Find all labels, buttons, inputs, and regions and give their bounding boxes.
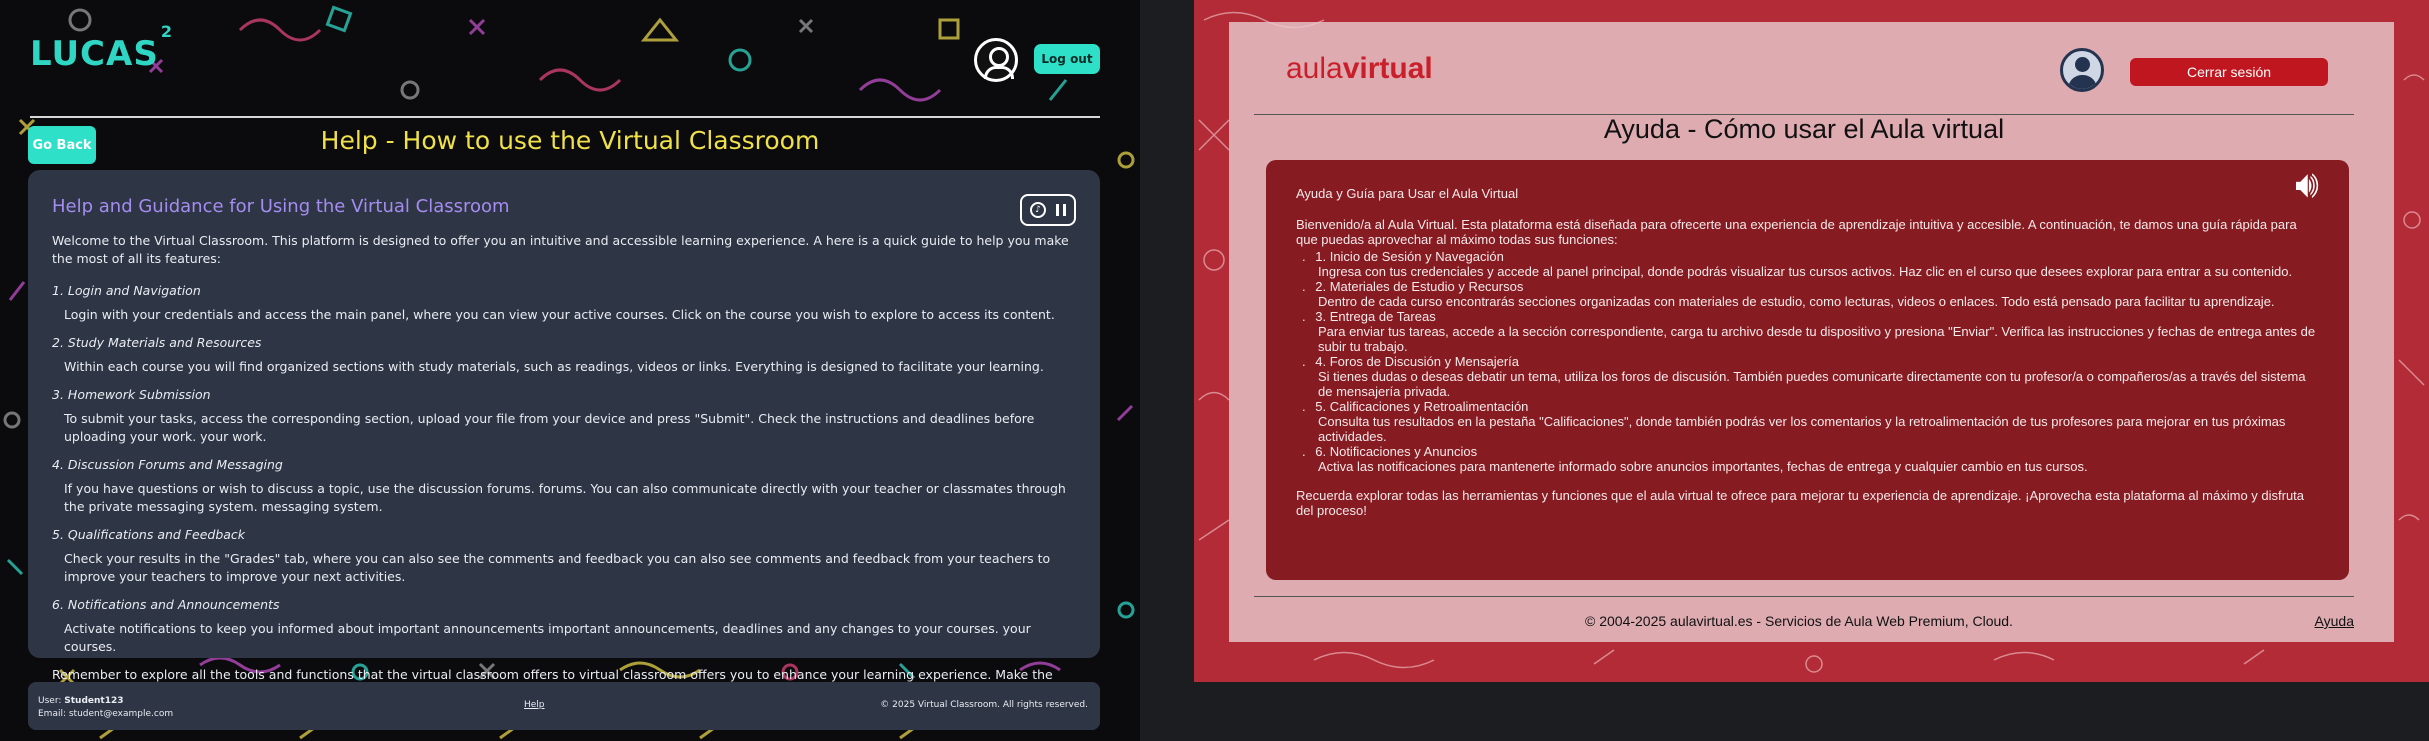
- item-number: 3.: [52, 387, 64, 402]
- item-number: 6.: [52, 597, 64, 612]
- speaker-icon[interactable]: 🔊︎: [2295, 166, 2319, 204]
- virtual-classroom-window: LUCAS2 Log out Go Back Help - How to use…: [0, 0, 1140, 741]
- list-item: 6. Notifications and Announcements Activ…: [52, 596, 1076, 656]
- item-title: Study Materials and Resources: [67, 335, 262, 350]
- item-number: 2: [1315, 279, 1323, 294]
- logo-superscript: 2: [160, 21, 173, 41]
- item-number: 1.: [52, 283, 64, 298]
- user-info: User: Student123 Email: student@example.…: [38, 695, 173, 721]
- help-card: Help and Guidance for Using the Virtual …: [28, 170, 1100, 700]
- intro-text: Welcome to the Virtual Classroom. This p…: [52, 233, 1069, 266]
- item-title: Entrega de Tareas: [1329, 309, 1436, 324]
- item-title: Login and Navigation: [67, 283, 201, 298]
- item-number: 6: [1315, 444, 1323, 459]
- list-item: 4. Discussion Forums and Messaging If yo…: [52, 456, 1076, 516]
- logo-text: LUCAS: [30, 34, 159, 74]
- item-title: Notifications and Announcements: [67, 597, 280, 612]
- pause-icon[interactable]: [1056, 204, 1066, 216]
- logout-button[interactable]: Log out: [1034, 44, 1100, 74]
- user-avatar-icon[interactable]: [2060, 48, 2104, 92]
- item-title: Homework Submission: [67, 387, 211, 402]
- copyright: © 2004-2025 aulavirtual.es - Servicios d…: [1585, 613, 2013, 629]
- item-title: Inicio de Sesión y Navegación: [1329, 249, 1504, 264]
- item-number: 2.: [52, 335, 64, 350]
- item-description: Consulta tus resultados en la pestaña "C…: [1318, 414, 2286, 444]
- item-description: Dentro de cada curso encontrarás seccion…: [1318, 294, 2275, 309]
- item-number: 5.: [52, 527, 64, 542]
- list-item: 5. Qualifications and Feedback Check you…: [52, 526, 1076, 586]
- item-number: 3: [1315, 309, 1323, 324]
- list-item: 2. Materiales de Estudio y Recursos Dent…: [1296, 279, 2319, 309]
- item-description: Ingresa con tus credenciales y accede al…: [1318, 264, 2293, 279]
- item-number: 5: [1315, 399, 1323, 414]
- list-item: 4. Foros de Discusión y Mensajería Si ti…: [1296, 354, 2319, 399]
- help-link[interactable]: Ayuda: [2315, 613, 2354, 629]
- footer: User: Student123 Email: student@example.…: [28, 682, 1100, 730]
- user-avatar-icon[interactable]: [974, 38, 1018, 82]
- logo-text-a: aula: [1286, 52, 1343, 85]
- item-description: Para enviar tus tareas, accede a la secc…: [1318, 324, 2316, 354]
- audio-controls: ♪: [1020, 194, 1076, 226]
- item-description: If you have questions or wish to discuss…: [64, 481, 1066, 514]
- item-number: 4.: [52, 457, 64, 472]
- item-number: 4: [1315, 354, 1323, 369]
- list-item: 6. Notificaciones y Anuncios Activa las …: [1296, 444, 2319, 474]
- item-title: Qualifications and Feedback: [67, 527, 246, 542]
- help-list: 1. Inicio de Sesión y Navegación Ingresa…: [1296, 249, 2319, 474]
- help-list: 1. Login and Navigation Login with your …: [52, 282, 1076, 656]
- item-description: Activa las notificaciones para mantenert…: [1318, 459, 2088, 474]
- list-item: 3. Homework Submission To submit your ta…: [52, 386, 1076, 446]
- item-number: 1: [1315, 249, 1323, 264]
- footer-divider: [1254, 596, 2354, 597]
- list-item: 2. Study Materials and Resources Within …: [52, 334, 1076, 376]
- logout-button[interactable]: Cerrar sesión: [2130, 58, 2328, 86]
- item-title: Discussion Forums and Messaging: [67, 457, 283, 472]
- outro-text: Recuerda explorar todas las herramientas…: [1296, 488, 2305, 518]
- aulavirtual-logo[interactable]: aulavirtual: [1286, 52, 1433, 86]
- list-item: 1. Inicio de Sesión y Navegación Ingresa…: [1296, 249, 2319, 279]
- card-title: Help and Guidance for Using the Virtual …: [52, 196, 510, 217]
- header: LUCAS2 Log out: [0, 0, 1140, 116]
- header-divider: [30, 116, 1100, 118]
- copyright: © 2025 Virtual Classroom. All rights res…: [880, 700, 1088, 710]
- page-title: Ayuda - Cómo usar el Aula virtual: [1603, 114, 2005, 144]
- speaker-icon[interactable]: ♪: [1030, 202, 1046, 218]
- item-title: Calificaciones y Retroalimentación: [1329, 399, 1529, 414]
- item-description: Login with your credentials and access t…: [64, 307, 1055, 322]
- user-name: Student123: [64, 696, 124, 706]
- card-title: Ayuda y Guía para Usar el Aula Virtual: [1296, 186, 1519, 201]
- go-back-button[interactable]: Go Back: [28, 126, 96, 164]
- item-title: Notificaciones y Anuncios: [1329, 444, 1478, 459]
- item-description: Within each course you will find organiz…: [64, 359, 1044, 374]
- aula-virtual-window: aulavirtual Cerrar sesión Ayuda - Cómo u…: [1194, 0, 2429, 682]
- page-title: Help - How to use the Virtual Classroom: [320, 126, 820, 155]
- item-description: Check your results in the "Grades" tab, …: [64, 551, 1051, 584]
- item-description: Si tienes dudas o deseas debatir un tema…: [1318, 369, 2306, 399]
- list-item: 3. Entrega de Tareas Para enviar tus tar…: [1296, 309, 2319, 354]
- item-title: Materiales de Estudio y Recursos: [1329, 279, 1524, 294]
- screen: LUCAS2 Log out Go Back Help - How to use…: [0, 0, 2429, 741]
- list-item: 1. Login and Navigation Login with your …: [52, 282, 1076, 324]
- item-description: To submit your tasks, access the corresp…: [64, 411, 1035, 444]
- user-label: User:: [38, 696, 65, 706]
- intro-text: Bienvenido/a al Aula Virtual. Esta plata…: [1296, 217, 2297, 247]
- logo-text-b: virtual: [1342, 52, 1433, 85]
- lucas-logo[interactable]: LUCAS2: [30, 22, 173, 74]
- help-link[interactable]: Help: [524, 700, 545, 710]
- help-card: Ayuda y Guía para Usar el Aula Virtual 🔊…: [1266, 160, 2349, 580]
- user-email: Email: student@example.com: [38, 709, 174, 719]
- item-title: Foros de Discusión y Mensajería: [1329, 354, 1520, 369]
- item-description: Activate notifications to keep you infor…: [64, 621, 1031, 654]
- list-item: 5. Calificaciones y Retroalimentación Co…: [1296, 399, 2319, 444]
